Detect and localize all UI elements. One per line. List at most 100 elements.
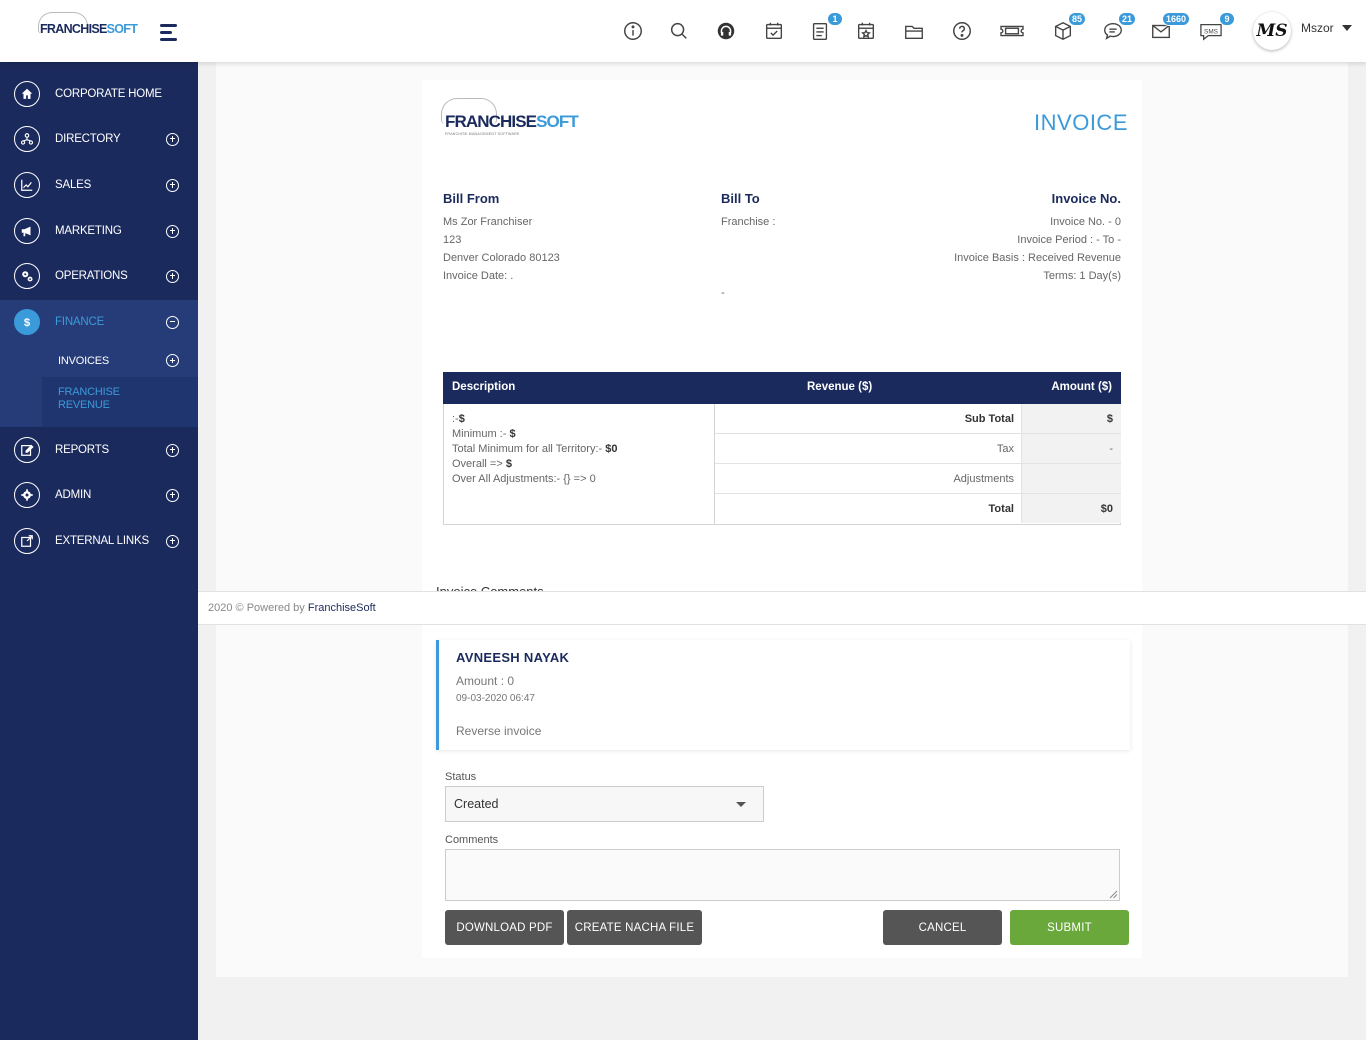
invoice-logo-tagline: FRANCHISE MANAGEMENT SOFTWARE bbox=[445, 132, 520, 136]
invoice-title: INVOICE bbox=[1034, 110, 1128, 135]
sidebar-item-external-links[interactable]: EXTERNAL LINKS bbox=[0, 519, 198, 563]
help-icon[interactable] bbox=[949, 18, 975, 44]
status-select[interactable]: Created bbox=[445, 786, 764, 822]
username-label[interactable]: Mszor bbox=[1301, 21, 1334, 35]
tasks-badge: 1 bbox=[827, 12, 843, 26]
invoice-no-heading: Invoice No. bbox=[1051, 191, 1121, 206]
tasks-icon[interactable]: 1 bbox=[807, 12, 843, 44]
tax-value: - bbox=[1109, 443, 1113, 455]
info-icon[interactable] bbox=[620, 18, 646, 44]
sidebar-subitem-invoices[interactable]: INVOICES bbox=[42, 344, 198, 377]
subitem-label: INVOICES bbox=[58, 355, 109, 367]
footer-brand-link[interactable]: FranchiseSoft bbox=[308, 602, 376, 614]
gear-icon bbox=[14, 482, 40, 508]
folder-icon[interactable] bbox=[901, 18, 927, 44]
sidebar-item-label: CORPORATE HOME bbox=[55, 88, 162, 100]
search-icon[interactable] bbox=[666, 18, 692, 44]
invoice-logo-text: FRANCHISESOFT bbox=[445, 112, 579, 131]
invoice-terms: Terms: 1 Day(s) bbox=[1043, 270, 1121, 282]
bill-to-heading: Bill To bbox=[721, 191, 760, 206]
expand-icon[interactable] bbox=[166, 443, 179, 457]
sidebar-item-label: SALES bbox=[55, 179, 92, 191]
tax-row: Tax - bbox=[715, 434, 1121, 464]
external-link-icon bbox=[14, 528, 40, 554]
top-bar: FRANCHISESOFT 1 85 21 1660 SMS 9 MS Mszo… bbox=[0, 0, 1366, 62]
chart-icon bbox=[14, 172, 40, 198]
adjustments-row: Adjustments bbox=[715, 464, 1121, 494]
comments-label: Comments bbox=[445, 834, 499, 846]
submit-button[interactable]: SUBMIT bbox=[1010, 910, 1129, 945]
sidebar-item-operations[interactable]: OPERATIONS bbox=[0, 254, 198, 298]
expand-icon[interactable] bbox=[166, 354, 179, 367]
sidebar-item-admin[interactable]: ADMIN bbox=[0, 473, 198, 517]
sidebar-item-finance[interactable]: $ FINANCE bbox=[0, 300, 198, 344]
sidebar-item-label: MARKETING bbox=[55, 225, 122, 237]
total-value: $0 bbox=[1100, 503, 1113, 515]
sidebar-subitem-franchise-revenue[interactable]: FRANCHISE REVENUE bbox=[42, 377, 198, 427]
logo-text: FRANCHISESOFT bbox=[40, 22, 138, 36]
bill-from-city: Denver Colorado 80123 bbox=[443, 252, 560, 264]
chat-badge: 21 bbox=[1117, 12, 1136, 26]
create-nacha-file-button[interactable]: CREATE NACHA FILE bbox=[567, 910, 702, 945]
franchisesoft-logo[interactable]: FRANCHISESOFT bbox=[36, 10, 138, 50]
subtotal-label: Sub Total bbox=[964, 413, 1014, 425]
comment-amount: Amount : 0 bbox=[456, 674, 515, 688]
user-avatar[interactable]: MS bbox=[1253, 12, 1291, 50]
gears-icon bbox=[14, 263, 40, 289]
cancel-button[interactable]: CANCEL bbox=[883, 910, 1002, 945]
bill-from-name: Ms Zor Franchiser bbox=[443, 216, 533, 228]
sidebar-item-label: OPERATIONS bbox=[55, 270, 128, 282]
comment-note: Reverse invoice bbox=[456, 724, 542, 738]
inventory-box-icon[interactable]: 85 bbox=[1050, 12, 1086, 44]
expand-icon[interactable] bbox=[166, 534, 179, 548]
invoice-number: Invoice No. - 0 bbox=[1050, 216, 1121, 228]
expand-icon[interactable] bbox=[166, 488, 179, 502]
ticket-icon[interactable] bbox=[997, 18, 1027, 44]
subtotal-row: Sub Total $ bbox=[715, 404, 1121, 434]
expand-icon[interactable] bbox=[166, 269, 179, 283]
headset-icon[interactable] bbox=[713, 18, 739, 44]
invoice-period: Invoice Period : - To - bbox=[1017, 234, 1121, 246]
sidebar-item-directory[interactable]: DIRECTORY bbox=[0, 117, 198, 161]
mail-icon[interactable]: 1660 bbox=[1148, 12, 1190, 44]
sidebar-item-reports[interactable]: REPORTS bbox=[0, 428, 198, 472]
status-label: Status bbox=[445, 771, 477, 783]
sidebar: CORPORATE HOME DIRECTORY SALES MARKETING… bbox=[0, 62, 198, 1040]
sidebar-item-marketing[interactable]: MARKETING bbox=[0, 209, 198, 253]
desc-line: Total Minimum for all Territory:- $0 bbox=[452, 443, 618, 455]
comment-author: AVNEESH NAYAK bbox=[456, 650, 570, 665]
total-label: Total bbox=[988, 503, 1014, 515]
bill-from-street: 123 bbox=[443, 234, 462, 246]
mail-badge: 1660 bbox=[1161, 12, 1190, 26]
menu-toggle-icon[interactable] bbox=[160, 23, 180, 41]
chat-icon[interactable]: 21 bbox=[1100, 12, 1136, 44]
calendar-check-icon[interactable] bbox=[761, 18, 787, 44]
megaphone-icon bbox=[14, 218, 40, 244]
resize-grip-icon[interactable] bbox=[1108, 889, 1118, 899]
collapse-icon[interactable] bbox=[166, 315, 179, 329]
invoice-table-body: :-$ Minimum :- $ Total Minimum for all T… bbox=[443, 404, 1121, 525]
bill-to-franchise: Franchise : bbox=[721, 216, 776, 228]
user-menu-caret-icon[interactable] bbox=[1342, 25, 1352, 31]
sms-badge: 9 bbox=[1219, 12, 1235, 26]
svg-text:SMS: SMS bbox=[1204, 28, 1218, 35]
comments-textarea[interactable] bbox=[445, 849, 1120, 901]
col-amount: Amount ($) bbox=[1051, 381, 1112, 393]
desc-line: Overall => $ bbox=[452, 458, 512, 470]
sidebar-item-label: ADMIN bbox=[55, 489, 92, 501]
expand-icon[interactable] bbox=[166, 178, 179, 192]
expand-icon[interactable] bbox=[166, 224, 179, 238]
home-icon bbox=[14, 81, 40, 107]
status-selected-value: Created bbox=[454, 797, 499, 811]
sms-icon[interactable]: SMS 9 bbox=[1197, 12, 1235, 44]
inventory-badge: 85 bbox=[1067, 12, 1086, 26]
description-cell: :-$ Minimum :- $ Total Minimum for all T… bbox=[444, 404, 715, 524]
sidebar-item-corporate-home[interactable]: CORPORATE HOME bbox=[0, 72, 198, 116]
calendar-star-icon[interactable] bbox=[853, 18, 879, 44]
col-description: Description bbox=[452, 381, 516, 393]
sidebar-item-sales[interactable]: SALES bbox=[0, 163, 198, 207]
download-pdf-button[interactable]: DOWNLOAD PDF bbox=[445, 910, 564, 945]
comment-date: 09-03-2020 06:47 bbox=[456, 693, 535, 704]
expand-icon[interactable] bbox=[166, 132, 179, 146]
sidebar-item-label: EXTERNAL LINKS bbox=[55, 535, 149, 547]
